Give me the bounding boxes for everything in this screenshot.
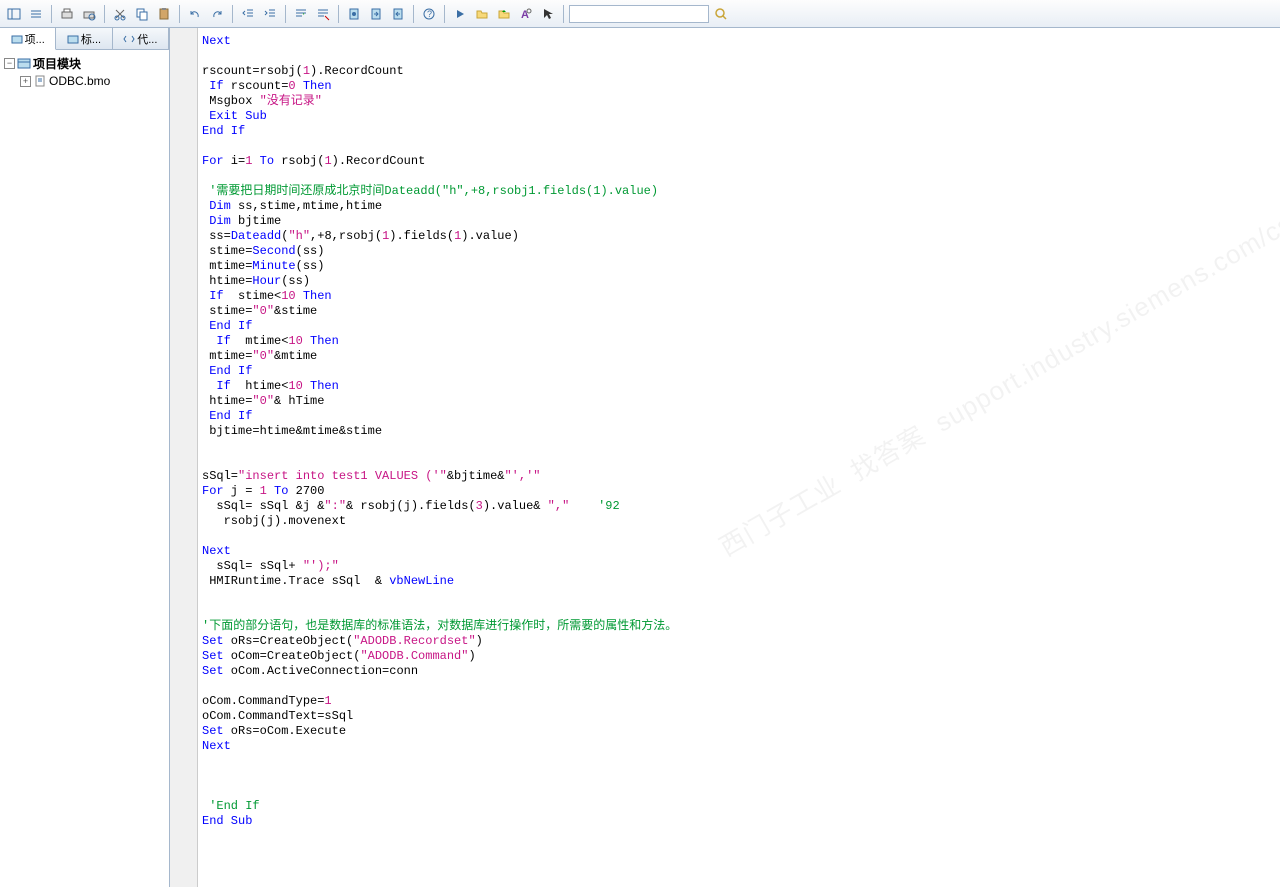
tab-label: 标... xyxy=(81,31,101,47)
tree-item-label: ODBC.bmo xyxy=(49,74,110,88)
separator xyxy=(338,5,339,23)
svg-text:?: ? xyxy=(427,9,432,19)
toggle-panel-icon[interactable] xyxy=(4,4,24,24)
list-icon[interactable] xyxy=(26,4,46,24)
print-icon[interactable] xyxy=(57,4,77,24)
separator xyxy=(104,5,105,23)
tree-item-odbc[interactable]: + ODBC.bmo xyxy=(2,72,167,90)
separator xyxy=(232,5,233,23)
bookmark-prev-icon[interactable] xyxy=(388,4,408,24)
sidebar: 项... 标... 代... − 项目模块 + ODBC.bmo xyxy=(0,28,170,887)
collapse-icon[interactable]: − xyxy=(4,58,15,69)
indent-icon[interactable] xyxy=(260,4,280,24)
tab-code[interactable]: 代... xyxy=(113,28,169,49)
paste-icon[interactable] xyxy=(154,4,174,24)
search-input[interactable] xyxy=(569,5,709,23)
sidebar-tabs: 项... 标... 代... xyxy=(0,28,169,50)
folder-open-icon[interactable] xyxy=(472,4,492,24)
project-tree: − 项目模块 + ODBC.bmo xyxy=(0,50,169,94)
select-icon[interactable] xyxy=(538,4,558,24)
svg-text:A: A xyxy=(521,9,529,21)
separator xyxy=(179,5,180,23)
uncomment-icon[interactable] xyxy=(313,4,333,24)
separator xyxy=(444,5,445,23)
search-go-icon[interactable] xyxy=(711,4,731,24)
comment-icon[interactable]: ' xyxy=(291,4,311,24)
tree-root[interactable]: − 项目模块 xyxy=(2,54,167,72)
tab-label: 项... xyxy=(25,31,45,47)
cut-icon[interactable] xyxy=(110,4,130,24)
redo-icon[interactable] xyxy=(207,4,227,24)
folder-up-icon[interactable] xyxy=(494,4,514,24)
watermark: 西门子工业 找答案 support.industry.siemens.com/c… xyxy=(718,215,1280,556)
undo-icon[interactable] xyxy=(185,4,205,24)
editor-gutter xyxy=(170,28,198,887)
main-area: 项... 标... 代... − 项目模块 + ODBC.bmo 西门子工业 找… xyxy=(0,28,1280,887)
code-area[interactable]: 西门子工业 找答案 support.industry.siemens.com/c… xyxy=(198,28,1280,887)
tab-project[interactable]: 项... xyxy=(0,28,56,50)
copy-icon[interactable] xyxy=(132,4,152,24)
module-folder-icon xyxy=(17,56,31,70)
print-preview-icon[interactable] xyxy=(79,4,99,24)
run-icon[interactable] xyxy=(450,4,470,24)
bookmark-next-icon[interactable] xyxy=(366,4,386,24)
file-icon xyxy=(33,74,47,88)
find-icon[interactable]: A xyxy=(516,4,536,24)
tree-root-label: 项目模块 xyxy=(33,55,81,72)
tab-label: 代... xyxy=(137,31,157,47)
separator xyxy=(563,5,564,23)
separator xyxy=(285,5,286,23)
tab-standard[interactable]: 标... xyxy=(56,28,112,49)
expand-icon[interactable]: + xyxy=(20,76,31,87)
help-icon[interactable]: ? xyxy=(419,4,439,24)
bookmark-toggle-icon[interactable] xyxy=(344,4,364,24)
separator xyxy=(413,5,414,23)
separator xyxy=(51,5,52,23)
code-editor: 西门子工业 找答案 support.industry.siemens.com/c… xyxy=(170,28,1280,887)
outdent-icon[interactable] xyxy=(238,4,258,24)
main-toolbar: ' ? A xyxy=(0,0,1280,28)
